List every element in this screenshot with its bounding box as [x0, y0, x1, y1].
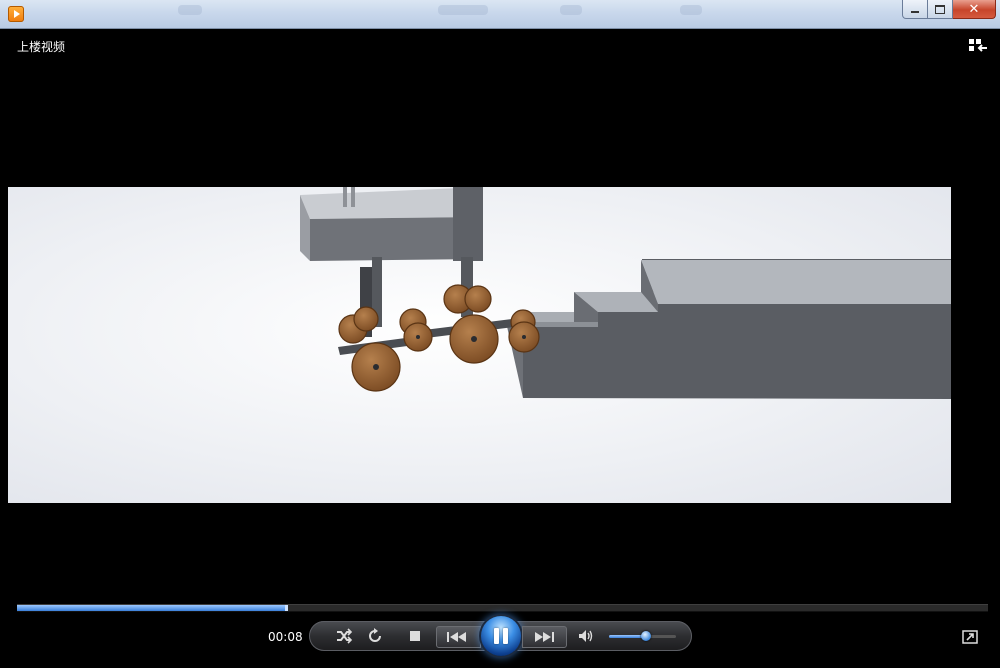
next-button[interactable]	[522, 626, 567, 648]
close-button[interactable]: ✕	[953, 0, 996, 19]
title-bar: ✕	[0, 0, 1000, 29]
previous-icon	[447, 632, 466, 642]
switch-to-library-icon[interactable]	[968, 38, 988, 54]
pause-button[interactable]	[481, 616, 521, 656]
seek-bar[interactable]	[17, 604, 988, 612]
minimize-button[interactable]	[902, 0, 928, 19]
elapsed-time: 00:08	[268, 630, 303, 644]
video-title: 上楼视频	[17, 40, 66, 54]
close-icon: ✕	[968, 1, 980, 17]
repeat-button[interactable]	[364, 627, 386, 645]
previous-button[interactable]	[436, 626, 481, 648]
video-content	[8, 187, 951, 503]
next-icon	[535, 632, 554, 642]
shuffle-icon	[337, 628, 353, 644]
stop-icon	[410, 631, 420, 641]
maximize-button[interactable]	[928, 0, 953, 19]
speaker-icon	[579, 630, 593, 642]
maximize-icon	[935, 4, 945, 14]
volume-slider[interactable]	[609, 631, 676, 641]
shuffle-button[interactable]	[333, 627, 355, 645]
stop-button[interactable]	[404, 627, 426, 645]
volume-thumb[interactable]	[640, 631, 651, 641]
minimize-icon	[911, 10, 919, 13]
seek-bar-played	[17, 605, 286, 611]
mute-button[interactable]	[575, 627, 597, 645]
app-icon	[8, 6, 24, 22]
video-frame[interactable]	[8, 187, 951, 503]
repeat-icon	[369, 628, 381, 642]
pause-icon	[492, 628, 510, 644]
fullscreen-icon[interactable]	[962, 630, 978, 644]
seek-bar-thumb[interactable]	[284, 605, 288, 611]
